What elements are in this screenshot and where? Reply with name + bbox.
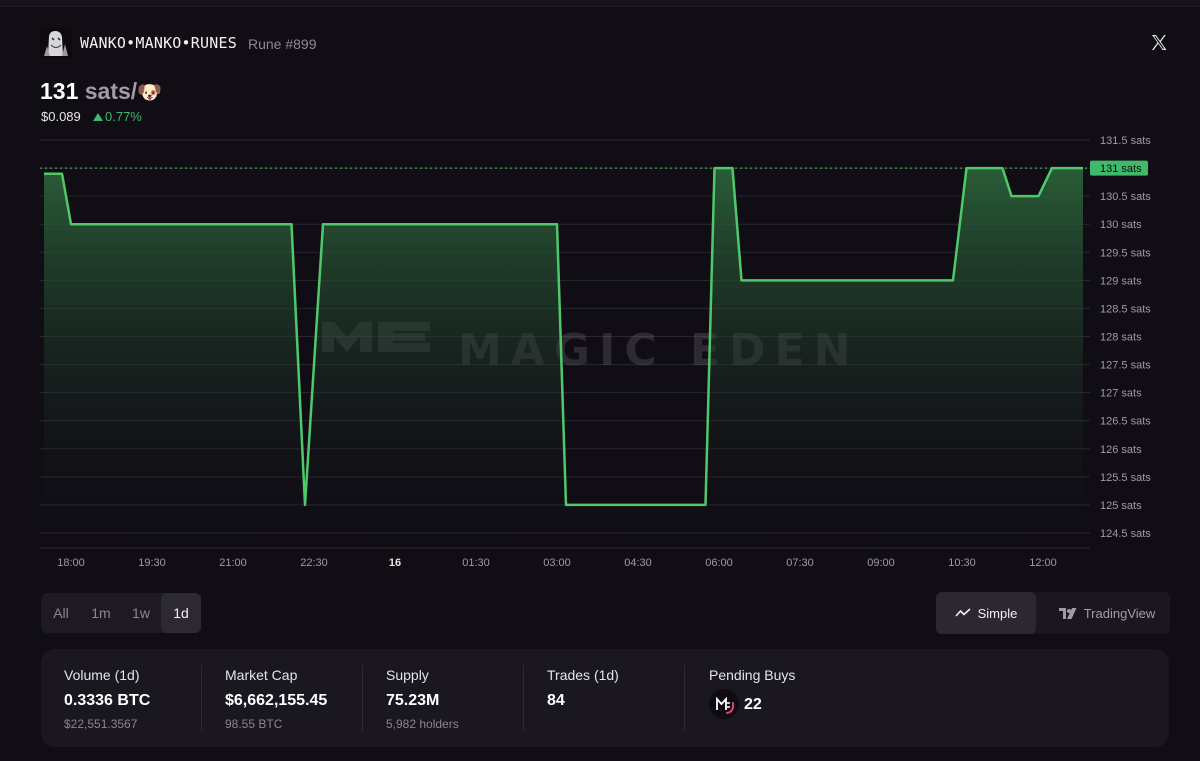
x-icon[interactable] [1148,32,1170,54]
x-tick-label: 12:00 [1029,557,1057,569]
rune-number: Rune #899 [248,36,317,52]
rune-avatar [40,28,72,58]
top-edge [0,0,1200,7]
y-tick-label: 128 sats [1100,332,1142,344]
simple-view-label: Simple [977,605,1018,621]
price-unit: sats/ [84,78,138,104]
y-axis-labels: 131.5 sats 131 sats 130.5 sats 130 sats 129.… [1100,135,1151,540]
price-display: 131 sats/🐶 [40,78,162,105]
y-tick-label: 130.5 sats [1100,191,1151,203]
simple-view-button[interactable]: Simple [936,592,1036,634]
x-tick-label: 03:00 [543,557,571,569]
market-cap-btc: 98.55 BTC [225,717,283,731]
tradingview-icon [1058,607,1077,619]
x-tick-label: 04:30 [624,557,652,569]
y-tick-label: 129.5 sats [1100,247,1151,259]
current-price-label: 131 sats [1100,163,1142,175]
pending-buys-label: Pending Buys [709,667,796,683]
tradingview-label: TradingView [1083,605,1156,621]
y-tick-label: 127 sats [1100,388,1142,400]
y-tick-label: 126 sats [1100,444,1142,456]
x-tick-label: 06:00 [705,557,733,569]
stats-panel: Volume (1d) 0.3336 BTC $22,551.3567 Mark… [41,649,1169,747]
x-tick-label: 09:00 [867,557,895,569]
x-tick-label: 18:00 [57,557,85,569]
x-tick-label: 07:30 [786,557,814,569]
line-chart-icon [955,608,971,617]
range-1d-button[interactable]: 1d [161,593,201,633]
divider [684,665,685,731]
range-1w-button[interactable]: 1w [121,593,161,633]
y-tick-label: 125 sats [1100,500,1142,512]
usd-price: $0.089 [41,109,81,124]
price-value: 131 [40,78,79,104]
range-1m-button[interactable]: 1m [81,593,121,633]
x-tick-label: 19:30 [138,557,166,569]
trades-value: 84 [547,692,565,709]
chart-view-toggle: Simple TradingView [936,592,1170,634]
trades-label: Trades (1d) [547,667,619,683]
supply-value: 75.23M [386,692,440,709]
magic-eden-logo-icon [709,689,739,719]
x-tick-label: 16 [389,557,401,569]
y-tick-label: 126.5 sats [1100,416,1151,428]
header: WANKO•MANKO•RUNES Rune #899 [40,28,1170,58]
y-tick-label: 131.5 sats [1100,135,1151,147]
current-price-tag: 131 sats [1090,160,1148,176]
volume-usd: $22,551.3567 [64,717,138,731]
price-change: 0.77% [93,109,142,124]
range-selector: All 1m 1w 1d [41,593,201,633]
price-change-value: 0.77% [105,109,142,124]
x-tick-label: 10:30 [948,557,976,569]
y-tick-label: 124.5 sats [1100,528,1151,540]
divider [362,665,363,731]
volume-value: 0.3336 BTC [64,692,151,709]
x-axis-labels: 18:00 19:30 21:00 22:30 16 01:30 03:00 04:30 06:… [57,557,1057,569]
x-tick-label: 22:30 [300,557,328,569]
range-all-button[interactable]: All [41,593,81,633]
y-tick-label: 129 sats [1100,275,1142,287]
market-cap-label: Market Cap [225,667,298,683]
holders-count: 5,982 holders [386,717,459,731]
y-tick-label: 128.5 sats [1100,303,1151,315]
y-tick-label: 130 sats [1100,219,1142,231]
rune-title: WANKO•MANKO•RUNES [80,34,237,52]
market-cap-value: $6,662,155.45 [225,692,328,709]
tradingview-button[interactable]: TradingView [1044,592,1170,634]
y-tick-label: 127.5 sats [1100,360,1151,372]
stat-pending-buys: Pending Buys 22 [709,649,909,747]
dog-emoji-icon: 🐶 [137,82,163,104]
y-tick-label: 125.5 sats [1100,472,1151,484]
divider [201,665,202,731]
price-chart[interactable]: MAGIC EDEN 131.5 sats131 sats130.5 sats1… [0,130,1200,580]
divider [523,665,524,731]
pending-buys-count: 22 [744,696,762,713]
up-triangle-icon [93,113,103,121]
volume-label: Volume (1d) [64,667,140,683]
x-tick-label: 21:00 [219,557,247,569]
x-tick-label: 01:30 [462,557,490,569]
supply-label: Supply [386,667,429,683]
